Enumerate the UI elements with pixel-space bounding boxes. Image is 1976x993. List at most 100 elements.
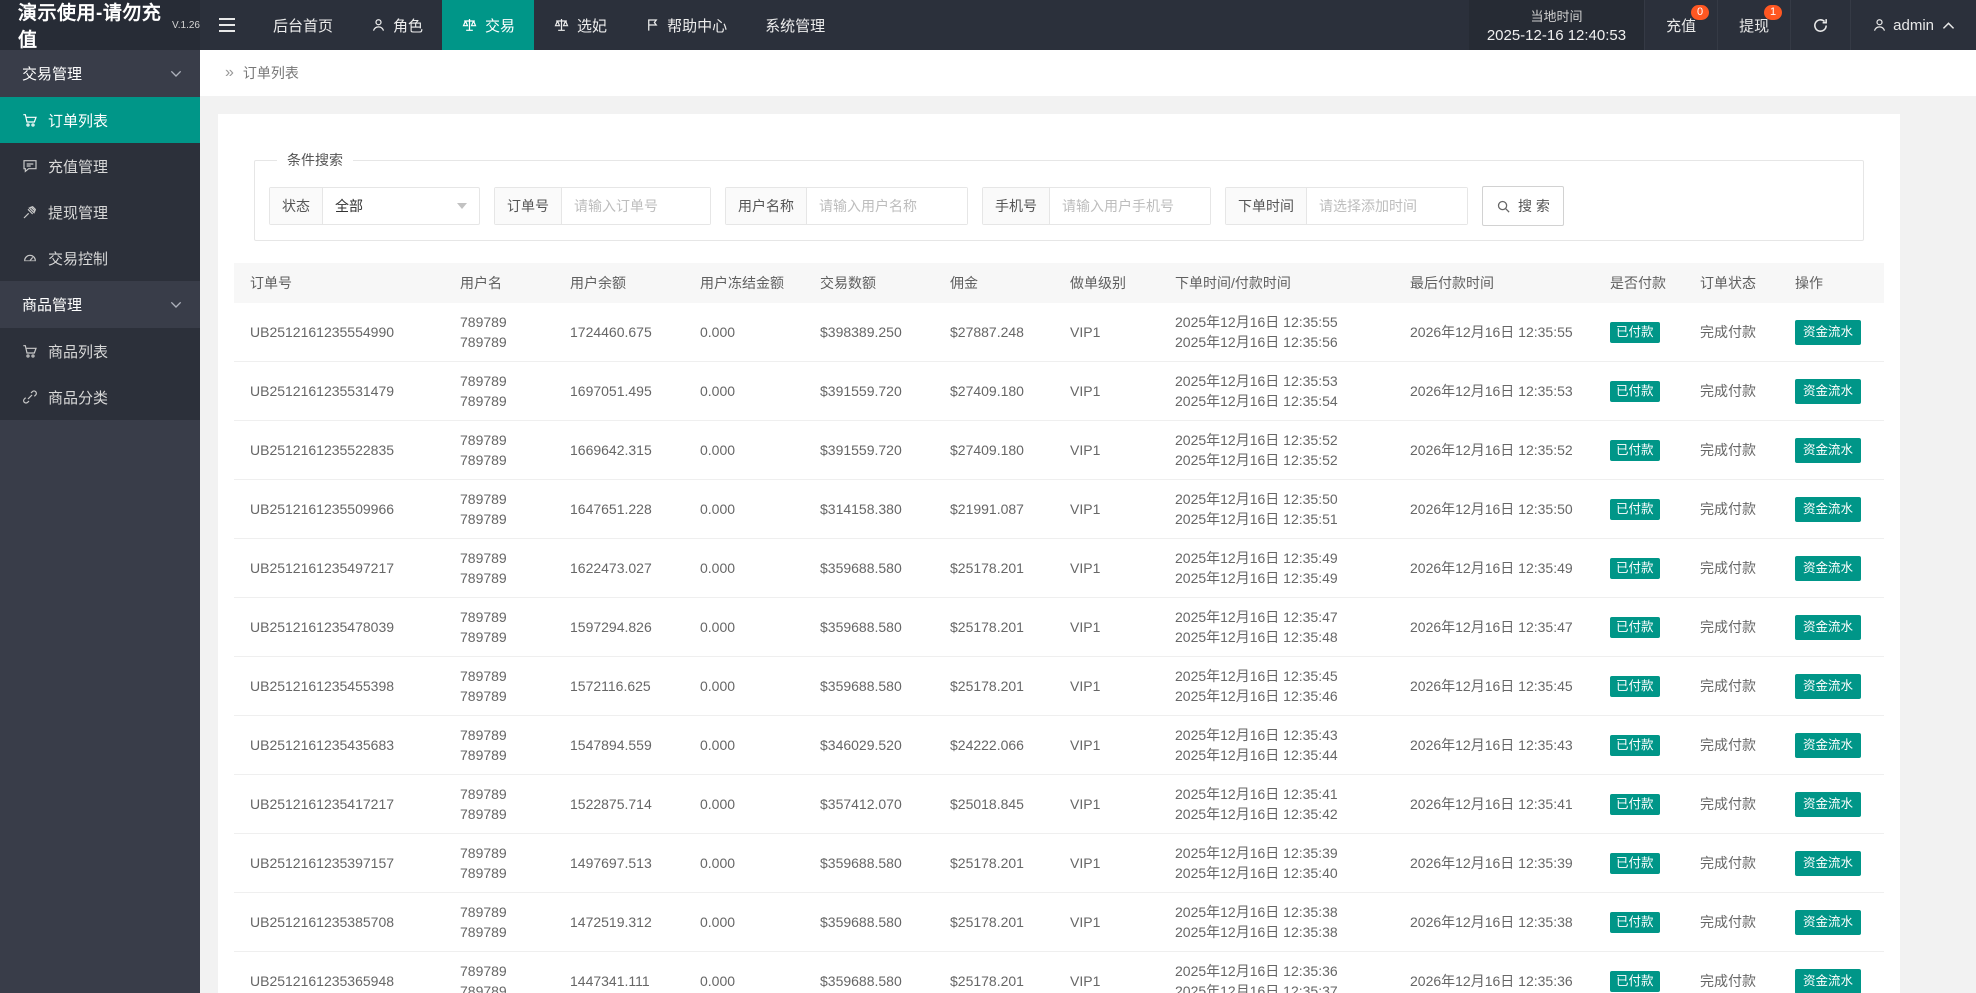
cell-balance: 1697051.495 [560,361,690,421]
cell-last-pay-time: 2026年12月16日 12:35:43 [1400,715,1600,775]
username-line-1: 789789 [460,491,507,507]
paid-badge: 已付款 [1610,322,1660,343]
top-menu-item-help-center[interactable]: 帮助中心 [626,0,746,50]
top-menu-item-xuanfei[interactable]: 选妃 [534,0,626,50]
order-time-input[interactable] [1307,188,1467,224]
top-menu-item-system[interactable]: 系统管理 [746,0,844,50]
status-select[interactable]: 全部 [323,188,479,224]
user-name-input[interactable] [807,188,967,224]
table-row: UB2512161235478039 789789 789789 1597294… [234,597,1884,657]
cell-paid: 已付款 [1600,479,1690,539]
fund-flow-button[interactable]: 资金流水 [1795,614,1862,640]
withdraw-button[interactable]: 提现 1 [1717,0,1790,50]
sidebar-item-label: 商品列表 [48,343,109,361]
top-menu-item-home[interactable]: 后台首页 [254,0,352,50]
cell-balance: 1472519.312 [560,892,690,952]
paid-badge: 已付款 [1610,499,1660,520]
fund-flow-button[interactable]: 资金流水 [1795,496,1862,522]
cell-username: 789789 789789 [450,597,560,657]
pay-time: 2025年12月16日 12:35:49 [1175,570,1338,586]
status-select-value: 全部 [335,198,363,214]
order-time: 2025年12月16日 12:35:47 [1175,609,1338,625]
cell-balance: 1522875.714 [560,774,690,834]
top-menu-item-trade[interactable]: 交易 [442,0,535,50]
order-time: 2025年12月16日 12:35:36 [1175,963,1338,979]
fund-flow-button[interactable]: 资金流水 [1795,319,1862,345]
cell-paid: 已付款 [1600,303,1690,362]
main-area: » 订单列表 条件搜索 状态 全部 订单号 请输入订单号 用户名称 请输入用户名… [200,50,1976,993]
cell-amount: $359688.580 [810,597,940,657]
status-field-group: 状态 全部 [269,187,480,225]
cell-actions: 资金流水 [1785,774,1884,834]
phone-input[interactable] [1050,188,1210,224]
cell-frozen: 0.000 [690,597,810,657]
fund-flow-button[interactable]: 资金流水 [1795,437,1862,463]
cell-last-pay-time: 2026年12月16日 12:35:47 [1400,597,1600,657]
cell-username: 789789 789789 [450,951,560,993]
app-version: V.1.26 [172,19,200,31]
cell-frozen: 0.000 [690,538,810,598]
sidebar-item-recharge-management[interactable]: 充值管理 [0,143,200,189]
fund-flow-button[interactable]: 资金流水 [1795,968,1862,993]
sidebar-group-trade-management[interactable]: 交易管理 [0,50,200,97]
sidebar-group-product-management[interactable]: 商品管理 [0,281,200,328]
cell-username: 789789 789789 [450,538,560,598]
cell-actions: 资金流水 [1785,951,1884,993]
cell-paid: 已付款 [1600,774,1690,834]
search-button[interactable]: 搜 索 [1482,186,1564,226]
cell-last-pay-time: 2026年12月16日 12:35:39 [1400,833,1600,893]
username-line-2: 789789 [460,983,507,993]
cell-balance: 1597294.826 [560,597,690,657]
order-time: 2025年12月16日 12:35:45 [1175,668,1338,684]
table-row: UB2512161235509966 789789 789789 1647651… [234,479,1884,539]
sidebar-item-label: 提现管理 [48,204,109,222]
fund-flow-button[interactable]: 资金流水 [1795,850,1862,876]
cell-last-pay-time: 2026年12月16日 12:35:36 [1400,951,1600,993]
cell-status: 完成付款 [1690,303,1785,362]
cell-amount: $359688.580 [810,892,940,952]
cell-frozen: 0.000 [690,774,810,834]
cell-order-pay-time: 2025年12月16日 12:35:38 2025年12月16日 12:35:3… [1165,892,1400,952]
cell-order-pay-time: 2025年12月16日 12:35:52 2025年12月16日 12:35:5… [1165,420,1400,480]
cell-frozen: 0.000 [690,833,810,893]
menu-toggle-button[interactable] [200,0,254,50]
cell-order-pay-time: 2025年12月16日 12:35:50 2025年12月16日 12:35:5… [1165,479,1400,539]
topbar-right: 当地时间 2025-12-16 12:40:53 充值 0 提现 1 admin [1468,0,1976,50]
fund-flow-button[interactable]: 资金流水 [1795,555,1862,581]
cell-commission: $25178.201 [940,656,1060,716]
user-name-label: 用户名称 [726,188,807,224]
search-panel-legend: 条件搜索 [287,152,343,168]
pay-time: 2025年12月16日 12:35:48 [1175,629,1338,645]
refresh-button[interactable] [1790,0,1850,50]
fund-flow-button[interactable]: 资金流水 [1795,378,1862,404]
sidebar-item-label: 充值管理 [48,158,109,176]
top-menu-label: 角色 [393,17,424,35]
fund-flow-button[interactable]: 资金流水 [1795,732,1862,758]
col-header-actions: 操作 [1785,263,1884,303]
cell-order-no: UB2512161235478039 [234,597,450,657]
sidebar-item-withdraw-management[interactable]: 提现管理 [0,189,200,235]
sidebar-item-product-category[interactable]: 商品分类 [0,374,200,420]
order-no-input[interactable] [562,188,710,224]
username-line-2: 789789 [460,452,507,468]
username-line-2: 789789 [460,747,507,763]
order-time: 2025年12月16日 12:35:39 [1175,845,1338,861]
cell-frozen: 0.000 [690,951,810,993]
cell-balance: 1447341.111 [560,951,690,993]
local-time-label: 当地时间 [1530,9,1583,24]
cell-level: VIP1 [1060,420,1165,480]
cell-order-no: UB2512161235554990 [234,303,450,362]
pay-time: 2025年12月16日 12:35:37 [1175,983,1338,993]
col-header-balance: 用户余额 [560,263,690,303]
top-menu-item-roles[interactable]: 角色 [352,0,442,50]
sidebar-item-order-list[interactable]: 订单列表 [0,97,200,143]
sidebar-item-trade-control[interactable]: 交易控制 [0,235,200,281]
recharge-button[interactable]: 充值 0 [1644,0,1717,50]
fund-flow-button[interactable]: 资金流水 [1795,909,1862,935]
cell-order-no: UB2512161235522835 [234,420,450,480]
fund-flow-button[interactable]: 资金流水 [1795,673,1862,699]
sidebar-item-product-list[interactable]: 商品列表 [0,328,200,374]
user-menu[interactable]: admin [1850,0,1976,50]
username-line-2: 789789 [460,511,507,527]
fund-flow-button[interactable]: 资金流水 [1795,791,1862,817]
